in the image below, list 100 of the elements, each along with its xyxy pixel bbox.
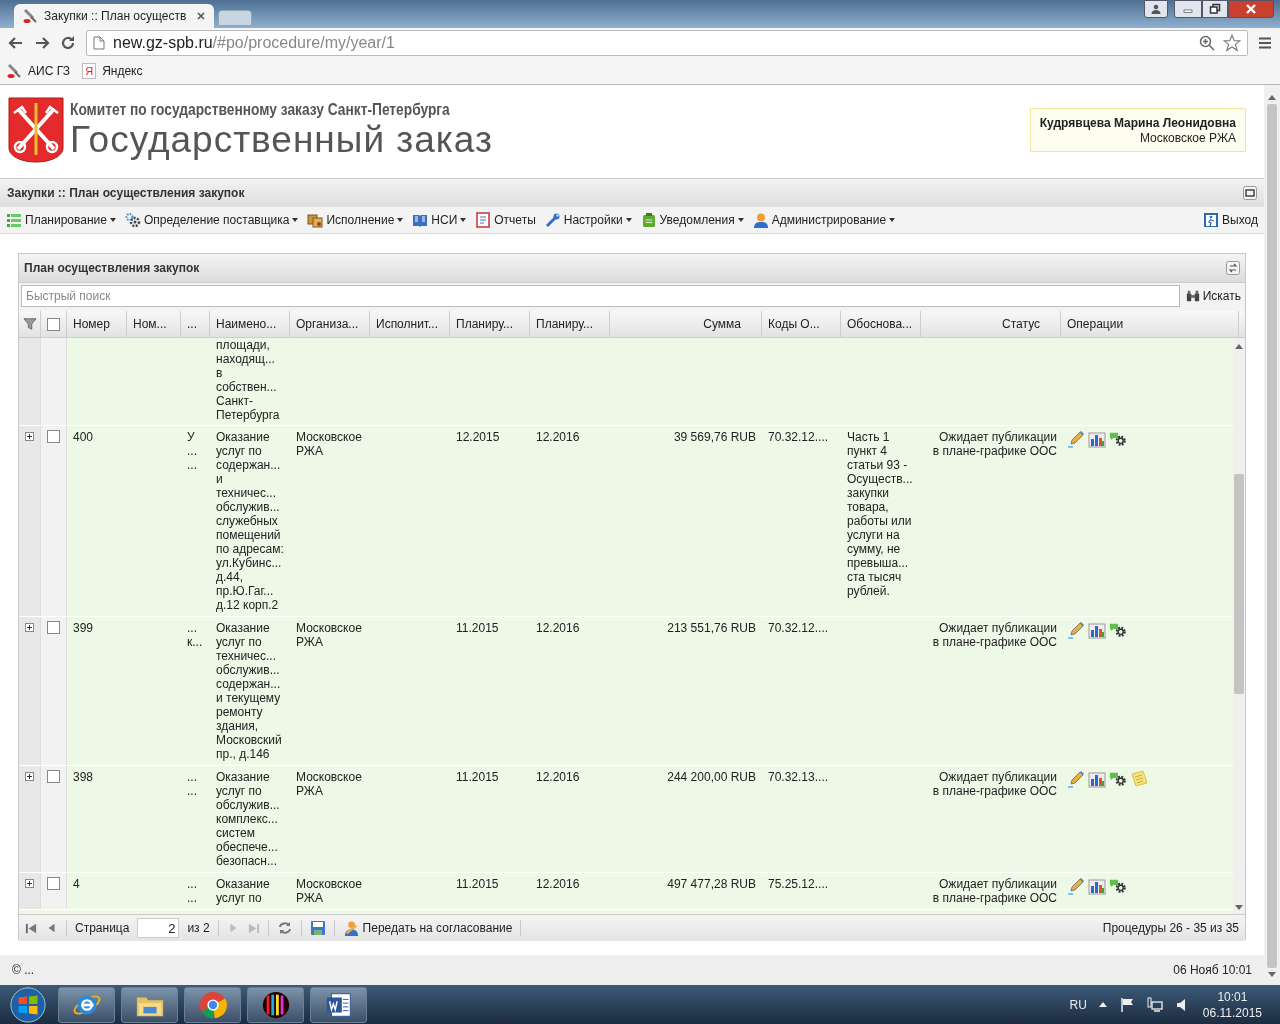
page-scrollbar[interactable] [1264,85,1280,985]
close-button[interactable] [1228,0,1274,18]
send-for-approval-button[interactable]: Передать на согласование [342,919,513,937]
scroll-thumb[interactable] [1267,104,1277,968]
column-header[interactable]: Коды О... [762,311,841,337]
menu-item[interactable]: Исполнение [307,211,404,229]
pencil-icon[interactable] [1067,770,1085,788]
column-header[interactable]: Планиру... [450,311,530,337]
scroll-thumb[interactable] [1234,474,1244,694]
scroll-down-icon[interactable] [1268,972,1276,977]
refresh-icon[interactable] [276,920,293,936]
show-hidden-icons-icon[interactable] [1098,1002,1107,1007]
column-header[interactable]: ... [181,311,210,337]
address-field[interactable]: new.gz-spb.ru/#po/procedure/my/year/1 [86,30,1248,56]
search-field[interactable]: Быстрый поиск [21,285,1180,307]
menu-item[interactable]: Определение поставщика [124,211,299,229]
clock[interactable]: 10:01 06.11.2015 [1202,988,1262,1021]
column-header[interactable]: Статус [921,311,1061,337]
reload-icon[interactable] [60,35,76,51]
back-icon[interactable] [8,35,24,51]
collapse-button[interactable] [1243,186,1257,200]
bar-chart-icon[interactable] [1088,770,1106,788]
user-name: Кудрявцева Марина Леонидовна [1039,115,1236,131]
checkbox[interactable] [47,430,60,443]
scroll-up-icon[interactable] [1235,344,1243,349]
site-title: Государственный заказ [70,120,494,160]
save-icon[interactable] [309,920,326,936]
pencil-icon[interactable] [1067,621,1085,639]
table-cell-text: 11.2015 [456,877,500,891]
column-header[interactable]: Наимено... [210,311,290,337]
close-icon[interactable] [196,11,206,21]
pencil-icon[interactable] [1067,877,1085,895]
flag-icon[interactable] [1118,996,1135,1013]
menu-item[interactable]: Планирование [6,211,116,229]
bar-chart-icon[interactable] [1088,877,1106,895]
taskbar-button[interactable] [247,986,304,1023]
menu-icon[interactable] [1258,36,1272,50]
network-icon[interactable] [1146,996,1163,1013]
checkbox[interactable] [47,621,60,634]
search-button[interactable]: Искать [1183,285,1243,307]
maximize-button[interactable] [1202,0,1228,18]
column-header[interactable]: Сумма [610,311,762,337]
taskbar-button[interactable] [121,986,178,1023]
zoom-icon[interactable] [1199,35,1215,51]
menu-item[interactable]: Настройки [544,211,632,229]
tool-icon [22,8,38,24]
gear-icon[interactable] [1109,770,1127,788]
copyright: © ... [12,962,35,979]
profile-button[interactable] [1144,0,1168,18]
table-cell-text: Ожидает публикации в плане-графике ООС [931,430,1057,458]
logout-link[interactable]: Выход [1203,211,1258,229]
browser-tab[interactable]: Закупки :: План осуществ [14,4,214,28]
table-cell-text: 70.32.13.... [768,770,830,784]
page-number-field[interactable]: 2 [137,918,180,938]
gear-icon[interactable] [1109,877,1127,895]
taskbar-button[interactable] [58,986,115,1023]
gear-icon[interactable] [1109,621,1127,639]
table-cell-text: Московское РЖА [296,770,363,798]
table-cell-text: 70.32.12.... [768,430,830,444]
scroll-down-icon[interactable] [1235,905,1243,910]
bookmark[interactable]: Я Яндекс [82,62,143,80]
gear-icon[interactable] [1109,430,1127,448]
expand-icon[interactable] [25,623,34,632]
filter-icon[interactable] [22,317,37,331]
column-header[interactable]: Операции [1061,311,1239,337]
table-cell: ... к... [187,621,204,649]
expand-icon[interactable] [25,432,34,441]
first-page-icon[interactable] [25,921,38,935]
language-indicator[interactable]: RU [1069,995,1087,1014]
pencil-icon[interactable] [1067,430,1085,448]
menu-item[interactable]: Администрирование [752,211,896,229]
forward-icon[interactable] [34,35,50,51]
refresh-button[interactable] [1226,261,1240,275]
bookmark-star-icon[interactable] [1223,34,1241,52]
checkbox[interactable] [47,770,60,783]
bar-chart-icon[interactable] [1088,621,1106,639]
scroll-up-icon[interactable] [1268,95,1276,100]
table-cell-text: Ожидает публикации в плане-графике ООС [931,770,1057,798]
menu-item[interactable]: Уведомления [640,211,744,229]
checkbox[interactable] [47,877,60,890]
menu-item[interactable]: НСИ [412,211,467,229]
table-cell-text: 11.2015 [456,621,500,635]
minimize-button[interactable] [1174,0,1202,18]
checkbox[interactable] [47,317,60,331]
taskbar-button[interactable] [184,986,241,1023]
bookmark[interactable]: АИС ГЗ [6,62,71,80]
menu-item[interactable]: Отчеты [475,211,536,229]
column-header[interactable]: Ном... [127,311,181,337]
grid-scrollbar[interactable] [1233,338,1245,914]
expand-icon[interactable] [25,879,34,888]
column-header[interactable]: Номер [67,311,127,337]
taskbar-button[interactable] [310,986,367,1023]
column-header[interactable]: Обоснова... [841,311,921,337]
column-header[interactable]: Планиру... [530,311,610,337]
column-header[interactable]: Организа... [290,311,370,337]
previous-page-icon[interactable] [46,922,58,934]
column-header[interactable]: Исполнит... [370,311,450,337]
bar-chart-icon[interactable] [1088,430,1106,448]
expand-icon[interactable] [25,772,34,781]
user-organization: Московское РЖА [1139,131,1236,145]
